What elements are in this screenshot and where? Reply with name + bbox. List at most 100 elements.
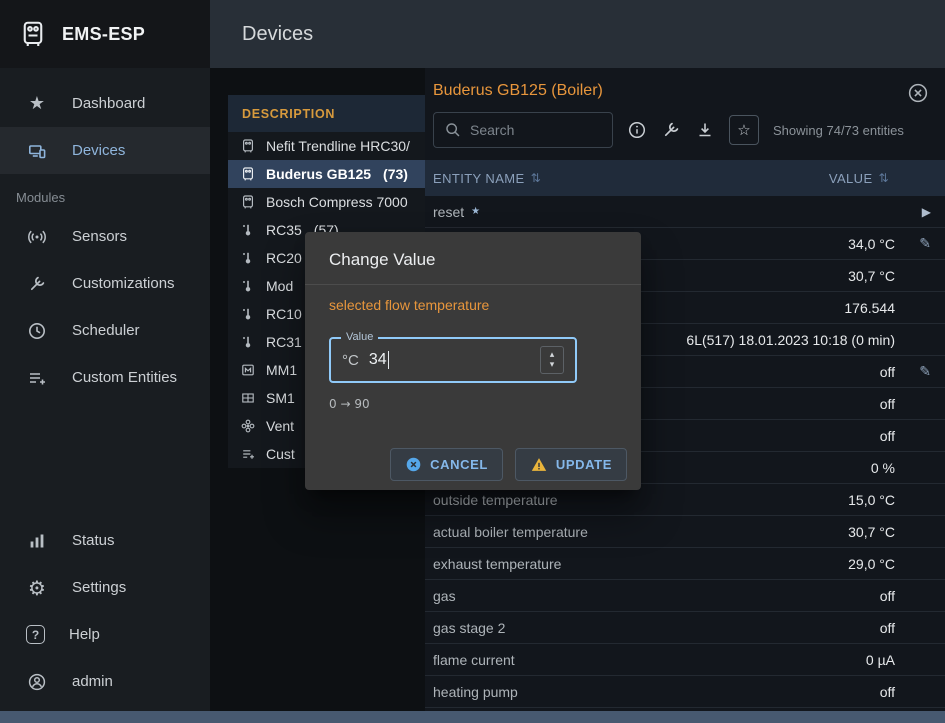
entity-toolbar: ☆ Showing 74/73 entities [433,112,937,148]
star-icon: ★ [26,93,48,115]
sidebar-item-customizations[interactable]: Customizations [0,260,210,307]
sidebar-item-custom-entities[interactable]: Custom Entities [0,354,210,401]
device-entity-count: (73) [383,166,408,182]
sidebar-item-label: Sensors [72,228,127,245]
text-caret [388,351,389,369]
edit-pencil-icon[interactable]: ✎ [919,364,931,380]
entity-table-header: ENTITY NAME ⇅ VALUE ⇅ [425,160,945,196]
help-icon: ? [26,625,45,644]
value-text: 34 [369,351,387,369]
boiler-icon [240,137,256,155]
favorites-filter-button[interactable]: ☆ [729,115,759,145]
cancel-button[interactable]: CANCEL [390,448,503,481]
sidebar-item-scheduler[interactable]: Scheduler [0,307,210,354]
panel-title: Buderus GB125 (Boiler) [433,82,603,100]
sidebar-item-label: Help [69,626,100,643]
entities-count: Showing 74/73 entities [773,123,904,138]
antenna-icon [26,226,48,248]
star-outline-icon: ☆ [737,121,750,139]
close-icon[interactable] [907,82,929,104]
number-stepper[interactable]: ▴ ▾ [540,346,564,374]
sidebar-item-status[interactable]: Status [0,517,210,564]
update-label: UPDATE [556,457,612,472]
modules-section-label: Modules [0,174,210,213]
sidebar-item-label: Custom Entities [72,369,177,386]
ems-esp-app: EMS-ESP Devices ★ Dashboard Devices Modu… [0,0,945,723]
cancel-icon [405,456,422,473]
dialog-title: Change Value [305,232,641,285]
change-value-dialog: Change Value selected flow temperature V… [305,232,641,490]
sidebar-item-help[interactable]: ? Help [0,611,210,658]
clock-icon [26,320,48,342]
thermostat-icon [240,249,256,267]
entity-row[interactable]: reset ★ ▶ [425,196,945,228]
sidebar: ★ Dashboard Devices Modules Sensors [0,68,210,711]
search-input[interactable] [470,122,590,138]
person-icon [26,671,48,693]
page-title: Devices [210,0,945,68]
cancel-label: CANCEL [430,457,488,472]
sidebar-footer: Status ⚙ Settings ? Help admin [0,517,210,705]
sidebar-item-sensors[interactable]: Sensors [0,213,210,260]
wrench-icon [26,273,48,295]
thermostat-icon [240,333,256,351]
devices-icon [26,140,48,162]
sidebar-item-dashboard[interactable]: ★ Dashboard [0,80,210,127]
thermostat-icon [240,221,256,239]
boiler-icon [240,193,256,211]
sidebar-item-label: Customizations [72,275,175,292]
sidebar-item-admin[interactable]: admin [0,658,210,705]
update-button[interactable]: UPDATE [515,448,627,481]
info-icon[interactable] [627,120,647,140]
sort-icon[interactable]: ⇅ [879,171,889,185]
bottom-edge-strip [0,711,945,723]
entity-row[interactable]: gas off [425,580,945,612]
search-box[interactable] [433,112,613,148]
edit-pencil-icon[interactable]: ✎ [919,236,931,252]
sort-icon[interactable]: ⇅ [531,171,541,185]
download-icon[interactable] [695,120,715,140]
warning-icon [530,456,548,473]
entity-row[interactable]: heating pump off [425,676,945,708]
value-input-label: Value [341,331,378,343]
entity-row[interactable]: flame current 0 µA [425,644,945,676]
playlist-add-icon [26,367,48,389]
thermostat-icon [240,305,256,323]
bar-chart-icon [26,530,48,552]
entity-row[interactable]: gas stage 2 off [425,612,945,644]
sidebar-item-label: Dashboard [72,95,145,112]
stepper-up-icon[interactable]: ▴ [550,350,555,360]
app-logo: EMS-ESP [0,0,210,68]
custom-entities-icon [240,445,256,463]
value-input[interactable]: Value °C 34 ▴ ▾ [329,337,577,383]
gear-icon: ⚙ [26,577,48,599]
top-app-bar: Devices [210,0,945,68]
entity-row[interactable]: exhaust temperature 29,0 °C [425,548,945,580]
solar-module-icon [240,389,256,407]
favorite-star-icon: ★ [471,206,480,217]
boiler-logo-icon [18,19,48,49]
sidebar-item-label: admin [72,673,113,690]
sidebar-item-label: Settings [72,579,126,596]
value-range-hint: 0 → 90 [329,397,617,411]
col-entity-name: ENTITY NAME [433,171,525,186]
dialog-actions: CANCEL UPDATE [390,448,627,481]
dialog-entity-name: selected flow temperature [329,297,617,313]
boiler-icon [240,165,256,183]
sidebar-item-label: Devices [72,142,125,159]
sidebar-item-label: Status [72,532,115,549]
entity-row[interactable]: actual boiler temperature 30,7 °C [425,516,945,548]
search-icon [444,121,462,139]
value-unit: °C [342,352,359,369]
app-title: EMS-ESP [62,24,145,45]
mixer-module-icon [240,361,256,379]
thermostat-icon [240,277,256,295]
sidebar-item-settings[interactable]: ⚙ Settings [0,564,210,611]
stepper-down-icon[interactable]: ▾ [550,360,555,370]
sidebar-item-devices[interactable]: Devices [0,127,210,174]
col-value: VALUE [829,171,873,186]
run-command-icon[interactable]: ▶ [922,205,931,219]
maintenance-wrench-icon[interactable] [661,120,681,140]
sidebar-item-label: Scheduler [72,322,140,339]
fan-icon [240,417,256,435]
